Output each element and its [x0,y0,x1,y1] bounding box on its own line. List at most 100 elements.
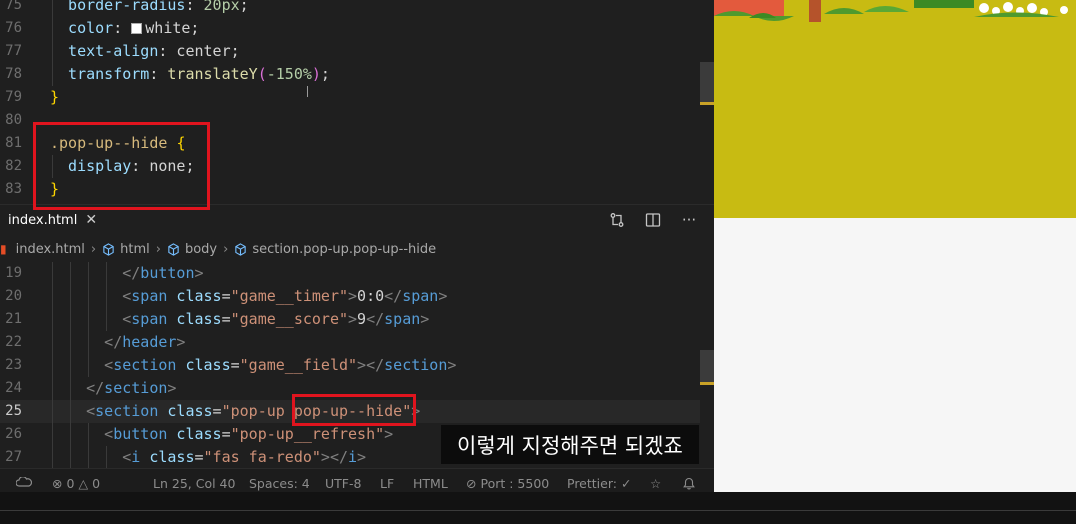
element-cube-icon [168,242,179,256]
breadcrumb-html[interactable]: html [102,242,150,257]
code-token: color [68,19,114,37]
css-scrollbar-thumb[interactable] [700,62,714,104]
git-compare-icon[interactable] [608,211,626,229]
code-line[interactable]: 77 text-align: center; [0,40,700,63]
code-token: span [402,287,439,305]
line-number: 76 [5,20,22,36]
code-line[interactable]: 76 color: white; [0,17,700,40]
code-line[interactable]: 21 <span class="game__score">9</span> [0,308,700,331]
code-token: > [167,379,177,397]
code-token: header [122,333,177,351]
more-actions-icon[interactable]: ··· [680,211,698,229]
close-tab-icon[interactable]: ✕ [85,212,97,228]
code-text: } [50,86,59,109]
code-token: section [95,402,159,420]
prettier-status[interactable]: Prettier: ✓ [567,469,631,492]
code-line[interactable]: 25 <section class="pop-up pop-up--hide"> [0,400,700,423]
code-token: " [402,402,412,420]
encoding-status[interactable]: UTF-8 [325,469,361,492]
no-entry-icon: ⊘ [466,475,477,491]
breadcrumb-html-label: html [120,241,150,257]
code-token: i [131,448,141,466]
code-token: "fas fa-redo" [203,448,321,466]
breadcrumb-section-label: section.pop-up.pop-up--hide [252,241,437,257]
notification-bell-icon[interactable] [683,469,695,492]
feedback-icon[interactable]: ☆ [650,469,661,492]
color-swatch[interactable] [131,23,143,34]
code-token: = [212,402,222,420]
code-line[interactable]: 81 .pop-up--hide { [0,132,700,155]
code-token: </ [104,333,123,351]
video-progress-track[interactable] [0,510,1076,511]
breadcrumb-section[interactable]: section.pop-up.pop-up--hide [234,242,436,257]
code-line[interactable]: 75 border-radius: 20px; [0,0,700,17]
code-text: } [50,178,59,201]
code-line[interactable]: 24 </section> [0,377,700,400]
indent-guide [52,400,53,423]
remote-icon[interactable] [16,469,32,492]
code-token: > [176,333,186,351]
breadcrumb-body[interactable]: body [167,242,217,257]
indent-guide [52,0,53,17]
text-cursor [307,86,312,97]
code-editor[interactable]: 75 border-radius: 20px; 76 color: white; 77 t… [0,0,714,492]
code-line[interactable]: 79} [0,86,700,109]
eol-status[interactable]: LF [380,469,394,492]
code-token: </ [366,310,385,328]
code-token: ; [239,0,249,14]
code-text: <button class="pop-up__refresh"> [104,423,393,446]
code-text: <section class="pop-up pop-up--hide"> [86,400,420,423]
code-line[interactable]: 82 display: none; [0,155,700,178]
breadcrumb-file-label: index.html [15,241,85,257]
live-server-port[interactable]: ⊘ Port : 5500 [466,469,549,492]
code-token: 20px [203,0,240,14]
code-token: < [122,448,132,466]
breadcrumb-separator: › [90,241,97,257]
code-line[interactable]: 83} [0,178,700,201]
code-line[interactable]: 19 </button> [0,262,700,285]
line-number: 19 [5,265,22,281]
indentation-status[interactable]: Spaces: 4 [249,469,310,492]
code-line[interactable]: 22 </header> [0,331,700,354]
code-token: < [122,310,132,328]
code-token: > [420,310,430,328]
split-editor-icon[interactable] [644,211,662,229]
code-token: class [167,402,213,420]
code-token: : [185,0,204,14]
html-scrollbar-thumb[interactable] [700,350,714,384]
language-mode[interactable]: HTML [413,469,448,492]
code-token: : [158,42,177,60]
indent-guide [88,354,90,377]
breadcrumb-file[interactable]: ▮ index.html [0,242,85,257]
status-bar: ⊗ 0 △ 0 Ln 25, Col 40 Spaces: 4 UTF-8 LF… [0,468,714,492]
code-line[interactable]: 23 <section class="game__field"></section… [0,354,700,377]
css-editor-pane[interactable]: 75 border-radius: 20px; 76 color: white; 77 t… [0,0,714,204]
code-line[interactable]: 80 [0,109,700,132]
code-text: </button> [122,262,203,285]
indent-guide [52,331,53,354]
indent-guide [70,446,72,469]
game-field [714,0,1076,218]
element-cube-icon [235,242,247,256]
code-token: class [176,310,222,328]
code-token: text-align [68,42,159,60]
breadcrumb-body-label: body [184,241,218,257]
line-number: 23 [5,357,22,373]
indent-guide [88,331,90,354]
problems-indicator[interactable]: ⊗ 0 △ 0 [52,469,100,492]
code-token: </ [86,379,105,397]
html-file-icon: ▮ [0,242,7,256]
editor-actions: ··· [608,205,698,235]
code-text: <span class="game__score">9</span> [122,308,429,331]
code-token: button [140,264,195,282]
code-line[interactable]: 20 <span class="game__timer">0:0</span> [0,285,700,308]
code-token: ; [320,65,330,83]
error-icon: ⊗ [52,475,63,491]
code-line[interactable]: 78 transform: translateY(-150%); [0,63,700,86]
indent-guide [88,308,90,331]
indent-guide [52,285,53,308]
cursor-position[interactable]: Ln 25, Col 40 [153,469,235,492]
code-text: </section> [86,377,176,400]
tab-index-html[interactable]: index.html ✕ [0,205,105,235]
code-token: ; [190,19,200,37]
